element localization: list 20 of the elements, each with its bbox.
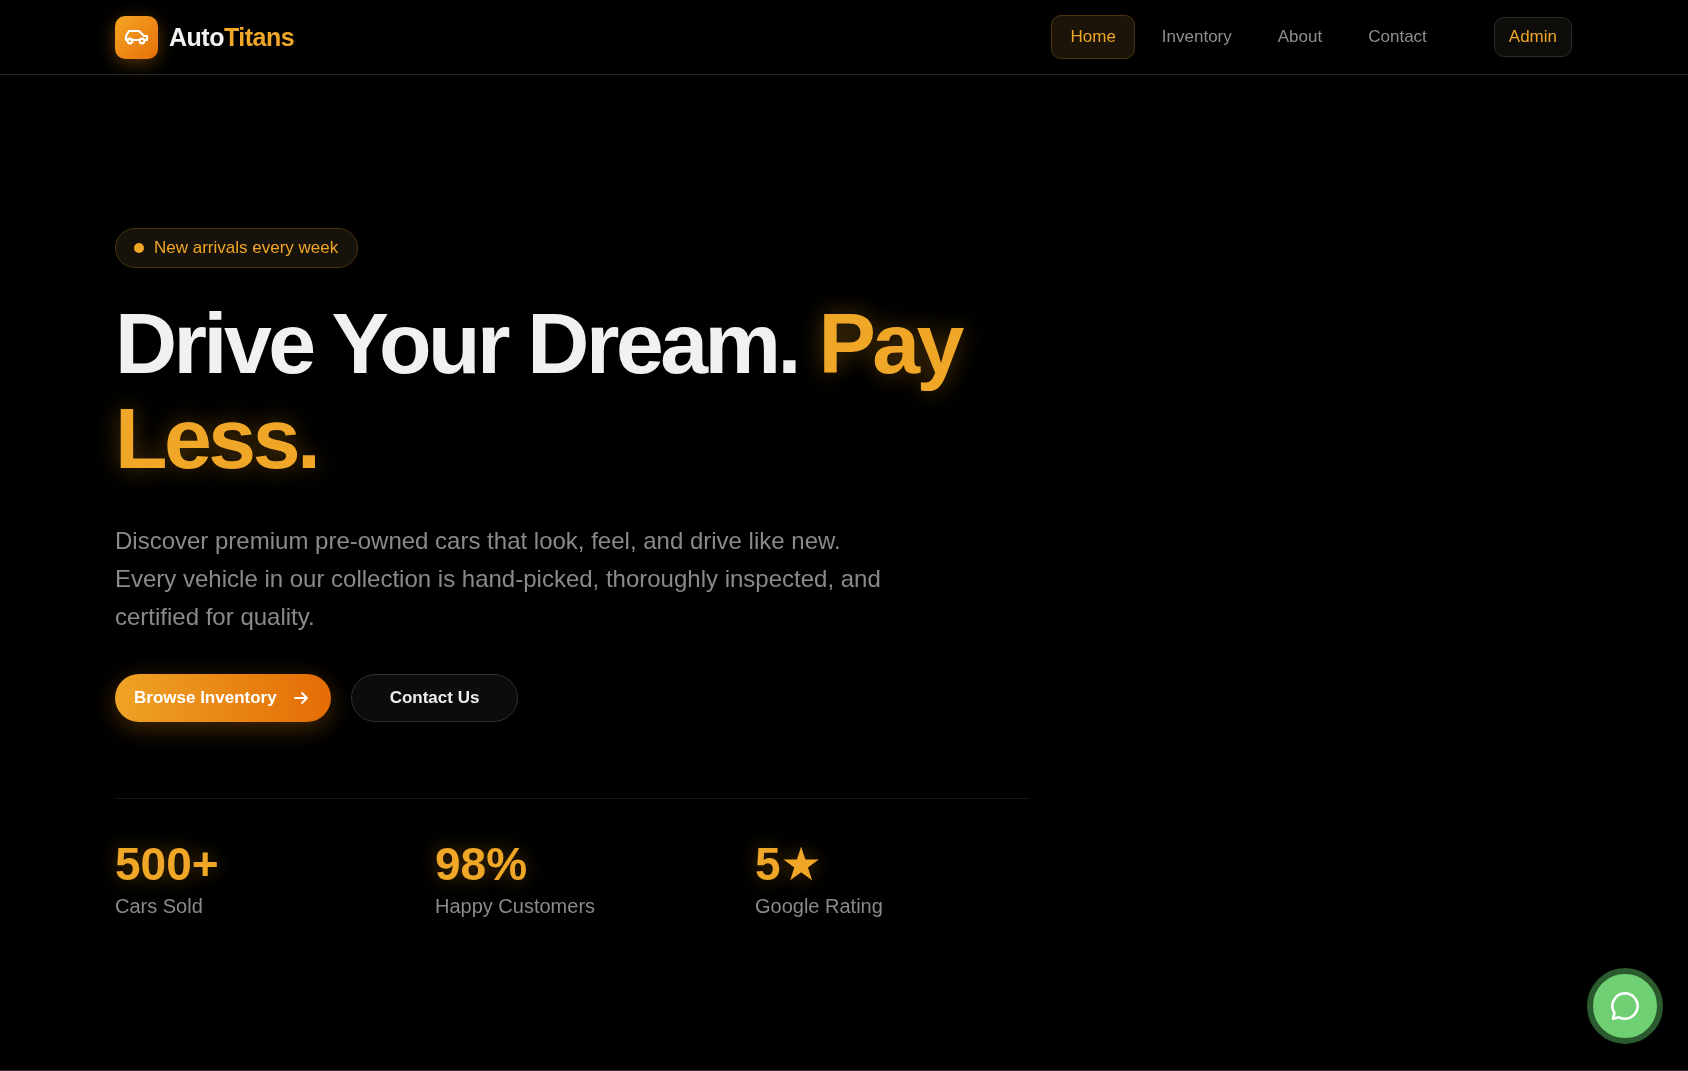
chat-bubble-icon: [1608, 989, 1642, 1023]
dot-icon: [134, 243, 144, 253]
stat-label: Cars Sold: [115, 895, 203, 918]
admin-button[interactable]: Admin: [1493, 17, 1572, 57]
badge-text: New arrivals every week: [154, 238, 339, 258]
hero-headline: Drive Your Dream. Pay Less.: [115, 296, 963, 486]
nav-link[interactable]: Home: [1051, 15, 1135, 59]
brand-name[interactable]: AutoTitans: [169, 22, 295, 52]
stat-value: 98%: [435, 837, 528, 891]
stat-value: 500+: [115, 837, 219, 891]
hero-description: Discover premium pre-owned cars that look, feel, and drive like new. Every vehicle in our collection is hand-picked, thoroughly inspected, and certified for quality.: [115, 526, 882, 632]
stat-label: Google Rating: [755, 895, 883, 918]
stat-value: 5★: [755, 837, 822, 891]
car-logo-icon: [115, 15, 158, 59]
nav-link[interactable]: Contact: [1349, 15, 1446, 59]
nav-link[interactable]: About: [1258, 15, 1342, 59]
stat-label: Happy Customers: [435, 895, 596, 918]
nav-link[interactable]: Inventory: [1142, 15, 1251, 59]
contact-button[interactable]: Contact Us: [350, 674, 519, 722]
arrow-right-icon: [292, 690, 309, 706]
